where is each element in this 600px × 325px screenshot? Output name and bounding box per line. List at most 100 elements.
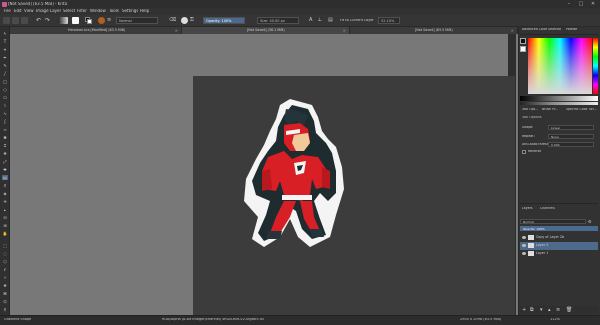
tab-tool-options[interactable]: Tool Opt...	[522, 108, 538, 111]
pan-tool-icon[interactable]: ✋	[2, 231, 8, 236]
menu-edit[interactable]: Edit	[14, 9, 22, 13]
reference-tool-icon[interactable]: ⊟	[2, 215, 8, 220]
polygon-select-tool-icon[interactable]: ⬡	[2, 259, 8, 264]
visibility-eye-icon[interactable]	[522, 244, 526, 247]
redo-icon[interactable]: ↷	[45, 17, 52, 24]
menu-view[interactable]: View	[24, 9, 34, 13]
antialias-threshold-field[interactable]: 0.000	[548, 142, 594, 147]
tab-document-1[interactable]: Heroman.kra [Modified] (63.5 MiB) ×	[10, 27, 182, 34]
similar-select-tool-icon[interactable]: ❖	[2, 283, 8, 288]
close-icon[interactable]: ✕	[589, 1, 597, 7]
gradient-preset-icon[interactable]	[58, 17, 68, 24]
perspective-grid-tool-icon[interactable]: ⊞	[2, 223, 8, 228]
visibility-eye-icon[interactable]	[522, 236, 526, 239]
pattern-icon[interactable]	[72, 17, 79, 24]
menu-layer[interactable]: Layer	[50, 9, 61, 13]
tab-channels[interactable]: Channels	[540, 207, 555, 212]
freehand-brush-tool-icon[interactable]: ✎	[2, 63, 8, 68]
text-tool-icon[interactable]: A	[309, 17, 316, 24]
freehand-select-tool-icon[interactable]: ℓ	[2, 267, 8, 272]
rectangle-tool-icon[interactable]: □	[2, 79, 8, 84]
gray-ramp[interactable]	[520, 96, 598, 101]
rect-select-tool-icon[interactable]: ⬚	[2, 243, 8, 248]
zoom-field[interactable]: 52.10%	[378, 17, 400, 24]
background-color-swatch[interactable]	[520, 46, 526, 52]
line-tool-icon[interactable]: ╱	[2, 71, 8, 76]
opacity-slider[interactable]: Opacity: 100%	[203, 17, 245, 24]
layer-properties-icon[interactable]: ≡	[556, 307, 560, 313]
edit-shapes-tool-icon[interactable]: ⌖	[2, 47, 8, 52]
open-document-icon[interactable]	[12, 17, 19, 24]
polygon-tool-icon[interactable]: ⬠	[2, 95, 8, 100]
maximize-icon[interactable]: □	[577, 1, 585, 7]
select-shapes-tool-icon[interactable]: ↖	[2, 31, 8, 36]
reverse-checkbox[interactable]	[522, 150, 526, 154]
hue-slider[interactable]	[593, 38, 598, 94]
layer-row-selected[interactable]: Layer 2	[520, 242, 598, 250]
fill-tool-icon[interactable]: ◈	[2, 191, 8, 196]
layer-blend-select[interactable]: Normal	[520, 219, 586, 224]
repeat-select[interactable]: None	[548, 134, 594, 139]
menu-filter[interactable]: Filter	[77, 9, 87, 13]
tab-brush-presets[interactable]: Brush Pr...	[542, 108, 558, 111]
layer-row[interactable]: Copy of Layer 2b	[520, 234, 598, 242]
menu-settings[interactable]: Settings	[122, 9, 138, 13]
freehand-path-tool-icon[interactable]: ʃ	[2, 119, 8, 124]
tab-specific-color-selector[interactable]: Specific Color Sel...	[566, 108, 597, 111]
mirror-icon[interactable]: ⟂	[318, 17, 325, 24]
new-document-icon[interactable]	[3, 17, 10, 24]
layer-opacity-slider[interactable]: Opacity: 100%	[520, 226, 598, 231]
visibility-eye-icon[interactable]	[522, 252, 526, 255]
contiguous-select-tool-icon[interactable]: ✧	[2, 275, 8, 280]
tab-advanced-color-selector[interactable]: Advanced Color Selector	[522, 28, 561, 33]
size-slider[interactable]: Size: 40.00 px	[257, 17, 299, 24]
assistant-tool-icon[interactable]: ✛	[2, 199, 8, 204]
menu-image[interactable]: Image	[36, 9, 49, 13]
fg-bg-color-icon[interactable]	[85, 17, 92, 24]
brush-preset-icon[interactable]	[98, 17, 105, 24]
lock-alpha-icon[interactable]: ⚿	[190, 17, 197, 24]
undo-icon[interactable]: ↶	[36, 17, 43, 24]
fit-to-layer-label[interactable]: Fit to Current Layer	[340, 19, 374, 23]
blend-mode-select[interactable]: Normal	[116, 17, 158, 24]
hero-character-artwork[interactable]	[240, 97, 350, 247]
wrap-icon[interactable]: ▤	[328, 17, 335, 24]
multibrush-tool-icon[interactable]: ✱	[2, 135, 8, 140]
ellipse-tool-icon[interactable]: ○	[2, 87, 8, 92]
dynamic-brush-tool-icon[interactable]: ≈	[2, 127, 8, 132]
ellipse-select-tool-icon[interactable]: ◌	[2, 251, 8, 256]
tab-document-3[interactable]: [Not Saved] (63.5 MiB) ×	[350, 27, 518, 34]
zoom-tool-icon[interactable]: ⚲	[2, 307, 8, 312]
move-layer-up-icon[interactable]: ▴	[548, 307, 551, 313]
calligraphy-tool-icon[interactable]: ✒	[2, 55, 8, 60]
tab-palette[interactable]: Palette	[566, 28, 577, 33]
smart-patch-tool-icon[interactable]: ✚	[2, 167, 8, 172]
layer-row[interactable]: Layer 1	[520, 250, 598, 258]
polyline-tool-icon[interactable]: ⌇	[2, 103, 8, 108]
measure-tool-icon[interactable]: ⟀	[2, 207, 8, 212]
menu-select[interactable]: Select	[63, 9, 75, 13]
color-picker-tool-icon[interactable]: ⚲	[2, 183, 8, 188]
shape-select[interactable]: Linear	[548, 125, 594, 130]
bezier-tool-icon[interactable]: ∿	[2, 111, 8, 116]
minimize-icon[interactable]: –	[565, 1, 573, 7]
add-layer-icon[interactable]: +	[522, 307, 526, 313]
menu-help[interactable]: Help	[140, 9, 149, 13]
move-layer-down-icon[interactable]: ▾	[540, 307, 543, 313]
tab-close-icon[interactable]: ×	[175, 28, 178, 33]
text-tool-icon[interactable]: T	[2, 39, 8, 44]
transform-tool-icon[interactable]: ⤢	[2, 159, 8, 164]
preserve-alpha-icon[interactable]	[181, 17, 188, 24]
move-tool-icon[interactable]: ✥	[2, 151, 8, 156]
status-zoom[interactable]: 112%	[550, 318, 560, 322]
foreground-color-swatch[interactable]	[520, 38, 526, 44]
eraser-mode-icon[interactable]: ⌫	[169, 17, 176, 24]
tab-close-icon[interactable]: ×	[511, 28, 514, 33]
crop-tool-icon[interactable]: ⌗	[2, 143, 8, 148]
tab-document-2[interactable]: [Not Saved] (38.1 MiB) ×	[182, 27, 350, 34]
menu-file[interactable]: File	[4, 9, 11, 13]
tab-close-icon[interactable]: ×	[343, 28, 346, 33]
gradient-tool-icon[interactable]: ▤	[2, 175, 8, 180]
delete-layer-icon[interactable]: 🗑	[566, 307, 572, 313]
tab-layers[interactable]: Layers	[522, 207, 533, 212]
